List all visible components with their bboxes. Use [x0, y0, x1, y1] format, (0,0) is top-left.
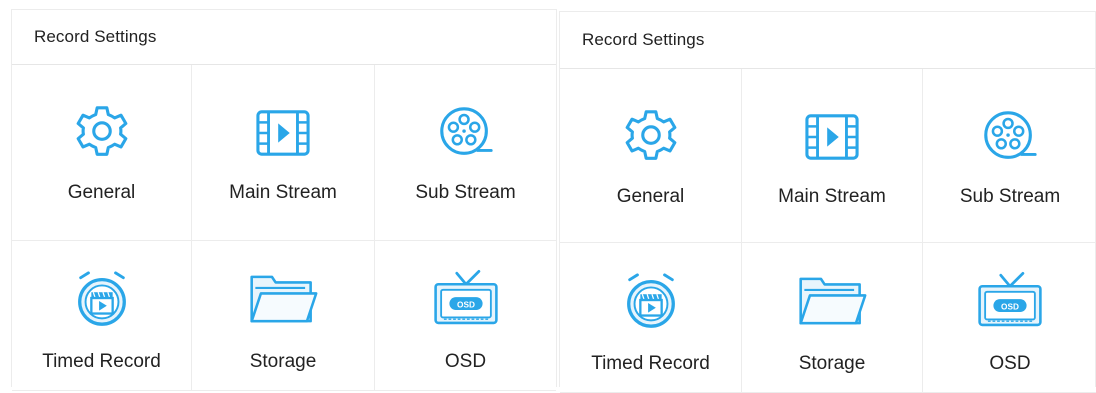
tile-osd[interactable]: OSD OSD — [375, 241, 556, 391]
panel-title: Record Settings — [560, 12, 1095, 69]
tile-label: OSD — [444, 351, 487, 372]
film-reel-icon — [975, 109, 1045, 165]
tile-main-stream[interactable]: Main Stream — [742, 69, 923, 243]
tile-label: Storage — [798, 353, 866, 374]
tv-icon: OSD — [431, 271, 501, 327]
record-settings-panel: Record Settings General Main Stream Sub … — [559, 11, 1096, 393]
tile-sub-stream[interactable]: Sub Stream — [923, 69, 1096, 243]
tile-osd[interactable]: OSD OSD — [923, 243, 1096, 393]
folder-icon — [797, 273, 867, 329]
film-reel-icon — [431, 105, 501, 161]
alarm-clock-icon — [616, 273, 686, 329]
tile-label: Sub Stream — [959, 186, 1061, 207]
tile-sub-stream[interactable]: Sub Stream — [375, 65, 556, 241]
tile-general[interactable]: General — [12, 65, 192, 241]
gear-icon — [616, 109, 686, 165]
tv-icon: OSD — [975, 273, 1045, 329]
film-icon — [248, 105, 318, 161]
osd-badge-text: OSD — [457, 300, 475, 309]
tile-label: Main Stream — [229, 182, 337, 203]
tile-label: Timed Record — [591, 353, 710, 374]
osd-badge-text: OSD — [1001, 302, 1019, 311]
tile-main-stream[interactable]: Main Stream — [192, 65, 375, 241]
tile-storage[interactable]: Storage — [742, 243, 923, 393]
tile-label: Timed Record — [42, 351, 161, 372]
tile-label: Storage — [249, 351, 317, 372]
tile-label: Main Stream — [778, 186, 886, 207]
alarm-clock-icon — [67, 271, 137, 327]
tile-label: General — [616, 186, 685, 207]
folder-icon — [248, 271, 318, 327]
tile-timed-record[interactable]: Timed Record — [560, 243, 742, 393]
tile-label: General — [67, 182, 136, 203]
tile-label: Sub Stream — [415, 182, 516, 203]
tile-label: OSD — [989, 353, 1031, 374]
gear-icon — [67, 105, 137, 161]
tile-general[interactable]: General — [560, 69, 742, 243]
film-icon — [797, 109, 867, 165]
tile-timed-record[interactable]: Timed Record — [12, 241, 192, 391]
settings-grid: General Main Stream Sub Stream Timed Rec… — [560, 69, 1096, 393]
panel-title: Record Settings — [12, 10, 556, 65]
record-settings-panel: Record Settings General Main Stream Sub … — [11, 9, 557, 391]
tile-storage[interactable]: Storage — [192, 241, 375, 391]
settings-grid: General Main Stream Sub Stream Timed Rec… — [12, 65, 556, 391]
